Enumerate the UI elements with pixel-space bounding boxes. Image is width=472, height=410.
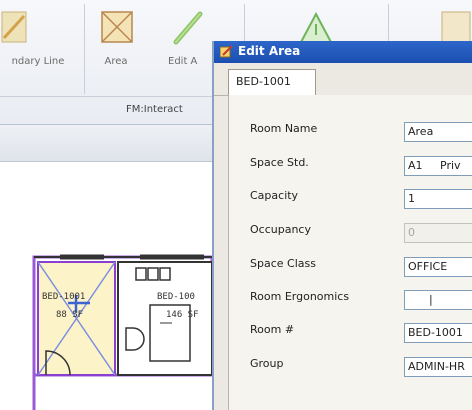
edit-area-label: Edit A <box>168 56 198 67</box>
capacity-label: Capacity <box>250 189 299 202</box>
group-field[interactable]: ADMIN-HR <box>404 357 472 377</box>
tab-bed-1001[interactable]: BED-1001 <box>228 69 316 96</box>
ribbon-separator <box>84 4 85 94</box>
room-ergonomics-label: Room Ergonomics <box>250 290 350 303</box>
space-std-field[interactable]: A1 Priv <box>404 156 472 176</box>
edit-pencil-icon <box>220 45 233 58</box>
boundary-line-label: ndary Line <box>11 56 65 67</box>
edit-area-dialog: Edit Area BED-1001 Room Name Area Space … <box>212 41 472 410</box>
room-number-field[interactable]: BED-1001 <box>404 323 472 343</box>
edit-area-button[interactable]: Edit A <box>158 6 214 80</box>
dialog-title: Edit Area <box>238 44 301 58</box>
room-area-label: 146 SF <box>166 310 199 320</box>
room-number-label: Room # <box>250 323 295 336</box>
edit-area-pencil-icon <box>173 11 203 45</box>
capacity-field[interactable]: 1 <box>404 189 472 209</box>
dialog-titlebar[interactable]: Edit Area <box>214 41 472 63</box>
area-label: Area <box>104 56 128 67</box>
room-name-label: BED-1001 <box>42 292 86 302</box>
area-button[interactable]: Area <box>92 6 140 80</box>
space-class-label: Space Class <box>250 257 316 270</box>
room-name-label: Room Name <box>250 122 318 135</box>
ribbon-group-label: FM:Interact <box>126 104 183 115</box>
room-ergonomics-field[interactable]: | <box>404 290 472 310</box>
boundary-line-button[interactable]: ndary Line <box>0 6 76 80</box>
tab-label: BED-1001 <box>236 75 291 88</box>
space-class-field[interactable]: OFFICE <box>404 257 472 277</box>
floor-plan <box>32 254 212 410</box>
occupancy-field: 0 <box>404 223 472 243</box>
group-label: Group <box>250 357 284 370</box>
room-name-label: BED-100 <box>157 292 195 302</box>
room-name-field[interactable]: Area <box>404 122 472 142</box>
area-icon <box>101 11 133 43</box>
ribbon-group-divider <box>0 96 246 97</box>
occupancy-label: Occupancy <box>250 223 311 236</box>
room-area-label: 88 SF <box>56 310 84 320</box>
space-std-label: Space Std. <box>250 156 309 169</box>
boundary-line-icon <box>1 11 27 43</box>
dialog-tabstrip: BED-1001 <box>214 63 472 96</box>
